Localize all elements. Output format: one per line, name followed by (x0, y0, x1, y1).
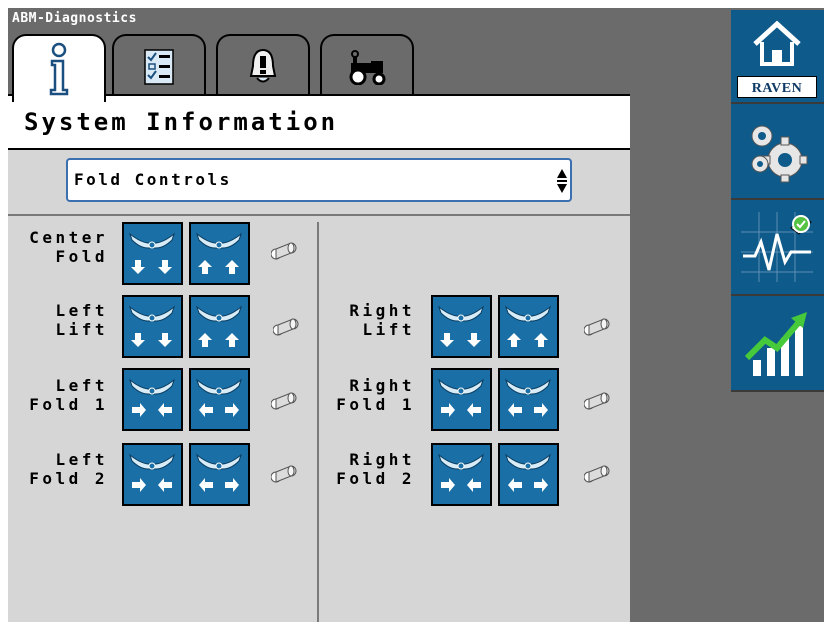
raven-logo: RAVEN (737, 76, 817, 98)
settings-button[interactable] (731, 104, 824, 200)
home-button[interactable]: RAVEN (731, 10, 824, 104)
left-fold-1-sensor-icon (270, 392, 297, 416)
left-lift-down-button[interactable] (122, 295, 183, 358)
left-fold-1-in-button[interactable] (122, 368, 183, 431)
performance-button[interactable] (731, 296, 824, 392)
left-fold-2-sensor-icon (270, 465, 297, 489)
category-select[interactable]: Fold Controls (66, 158, 572, 202)
window-title: ABM-Diagnostics (12, 11, 137, 26)
center-fold-down-button[interactable] (122, 222, 183, 285)
tab-checklist[interactable] (112, 34, 206, 98)
right-fold-1-label: Right Fold 1 (336, 376, 415, 414)
tab-machine[interactable] (320, 34, 414, 98)
right-lift-up-button[interactable] (498, 295, 559, 358)
tab-alarms[interactable] (216, 34, 310, 98)
fold-controls-panel: Fold Controls Center Fold Left Lift Righ… (8, 150, 630, 622)
left-fold-2-out-button[interactable] (189, 443, 250, 506)
right-lift-label: Right Lift (349, 301, 415, 339)
right-fold-2-out-button[interactable] (498, 443, 559, 506)
left-fold-1-label: Left Fold 1 (29, 376, 108, 414)
column-divider (317, 222, 319, 622)
right-fold-1-in-button[interactable] (431, 368, 492, 431)
right-fold-2-sensor-icon (583, 465, 610, 489)
right-lift-down-button[interactable] (431, 295, 492, 358)
settings-gears-icon (745, 120, 809, 188)
left-fold-1-out-button[interactable] (189, 368, 250, 431)
diagnostics-pulse-icon (741, 212, 813, 286)
center-fold-label: Center Fold (29, 228, 108, 266)
right-fold-1-out-button[interactable] (498, 368, 559, 431)
page-title: System Information (24, 108, 339, 136)
left-lift-up-button[interactable] (189, 295, 250, 358)
left-lift-sensor-icon (272, 318, 299, 342)
left-fold-2-label: Left Fold 2 (29, 450, 108, 488)
divider (8, 214, 630, 216)
home-icon (751, 20, 803, 70)
select-arrows-icon[interactable] (556, 166, 568, 200)
center-fold-up-button[interactable] (189, 222, 250, 285)
center-fold-sensor-icon (270, 242, 297, 266)
performance-chart-icon (744, 310, 811, 382)
raven-brand-text: RAVEN (751, 81, 803, 96)
right-fold-2-in-button[interactable] (431, 443, 492, 506)
tab-system-info[interactable] (12, 34, 106, 102)
diagnostics-button[interactable] (731, 200, 824, 296)
right-fold-2-label: Right Fold 2 (336, 450, 415, 488)
category-select-value: Fold Controls (74, 170, 232, 189)
left-lift-label: Left Lift (55, 301, 108, 339)
right-fold-1-sensor-icon (583, 392, 610, 416)
left-fold-2-in-button[interactable] (122, 443, 183, 506)
page-header: System Information (8, 94, 630, 150)
app-screen: ABM-Diagnostics System Information Fold … (8, 8, 824, 622)
right-lift-sensor-icon (583, 318, 610, 342)
